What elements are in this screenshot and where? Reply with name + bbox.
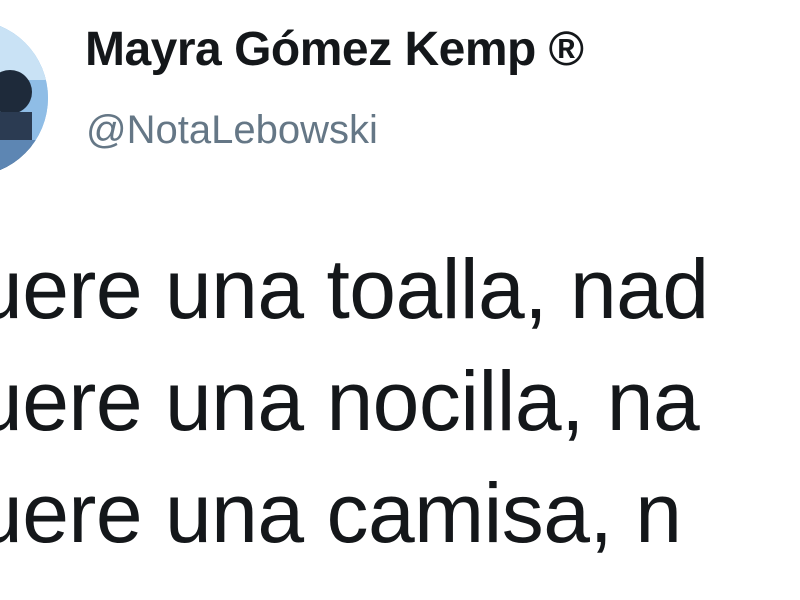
tweet-card: Mayra Gómez Kemp ® @NotaLebowski uere un… (0, 0, 800, 600)
author-handle[interactable]: @NotaLebowski (86, 108, 378, 153)
tweet-text-line: uere una camisa, n (0, 466, 682, 560)
profile-photo-icon (0, 20, 48, 176)
tweet-text-line: uere una nocilla, na (0, 354, 700, 448)
tweet-text: uere una toalla, nad uere una nocilla, n… (0, 244, 709, 580)
author-display-name[interactable]: Mayra Gómez Kemp ® (85, 22, 584, 77)
tweet-text-line: uere una toalla, nad (0, 242, 709, 336)
profile-avatar[interactable] (0, 20, 48, 176)
